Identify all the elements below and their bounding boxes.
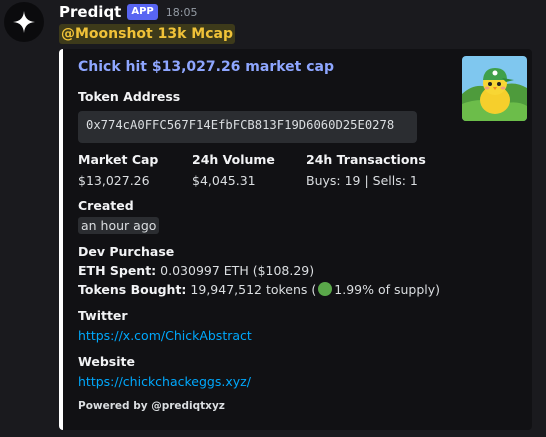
timestamp[interactable]: 18:05: [166, 6, 198, 19]
eth-spent-label: ETH Spent:: [78, 263, 157, 278]
twitter-label: Twitter: [78, 308, 128, 323]
bot-avatar[interactable]: [4, 2, 44, 42]
eth-spent-value: 0.030997 ETH ($108.29): [160, 263, 315, 278]
role-mention[interactable]: @Moonshot 13k Mcap: [59, 24, 235, 44]
website-link[interactable]: https://chickchackeggs.xyz/: [78, 374, 251, 389]
market-cap-value: $13,027.26: [78, 173, 150, 188]
market-cap-label: Market Cap: [78, 152, 159, 167]
token-address-code[interactable]: 0x774cA0FFC567F14EfbFCB813F19D6060D25E02…: [78, 111, 417, 143]
embed-thumbnail[interactable]: [462, 56, 527, 121]
sparkle-star-icon: [13, 11, 35, 33]
green-circle-icon: [318, 282, 333, 296]
volume-value: $4,045.31: [192, 173, 256, 188]
twitter-link[interactable]: https://x.com/ChickAbstract: [78, 328, 252, 343]
tokens-bought-pct: 1.99% of supply): [334, 282, 441, 297]
volume-label: 24h Volume: [192, 152, 275, 167]
embed-title[interactable]: Chick hit $13,027.26 market cap: [78, 59, 334, 75]
transactions-label: 24h Transactions: [306, 152, 426, 167]
tokens-bought-line: Tokens Bought: 19,947,512 tokens ( 1.99% …: [78, 282, 440, 297]
tokens-bought-label: Tokens Bought:: [78, 282, 187, 297]
tokens-bought-value: 19,947,512 tokens (: [190, 282, 317, 297]
created-label: Created: [78, 198, 134, 213]
app-badge: APP: [127, 4, 158, 20]
created-value: an hour ago: [78, 217, 160, 234]
dev-purchase-label: Dev Purchase: [78, 244, 175, 259]
username[interactable]: Prediqt: [59, 3, 121, 21]
eth-spent-line: ETH Spent: 0.030997 ETH ($108.29): [78, 263, 314, 278]
token-address-label: Token Address: [78, 89, 181, 104]
embed-footer: Powered by @prediqtxyz: [78, 400, 225, 412]
message-header: Prediqt APP 18:05: [59, 2, 197, 22]
embed-card: Chick hit $13,027.26 market cap Token Ad…: [59, 49, 532, 430]
chick-mascot-image: [462, 56, 527, 121]
transactions-value: Buys: 19 | Sells: 1: [306, 173, 418, 188]
website-label: Website: [78, 354, 135, 369]
